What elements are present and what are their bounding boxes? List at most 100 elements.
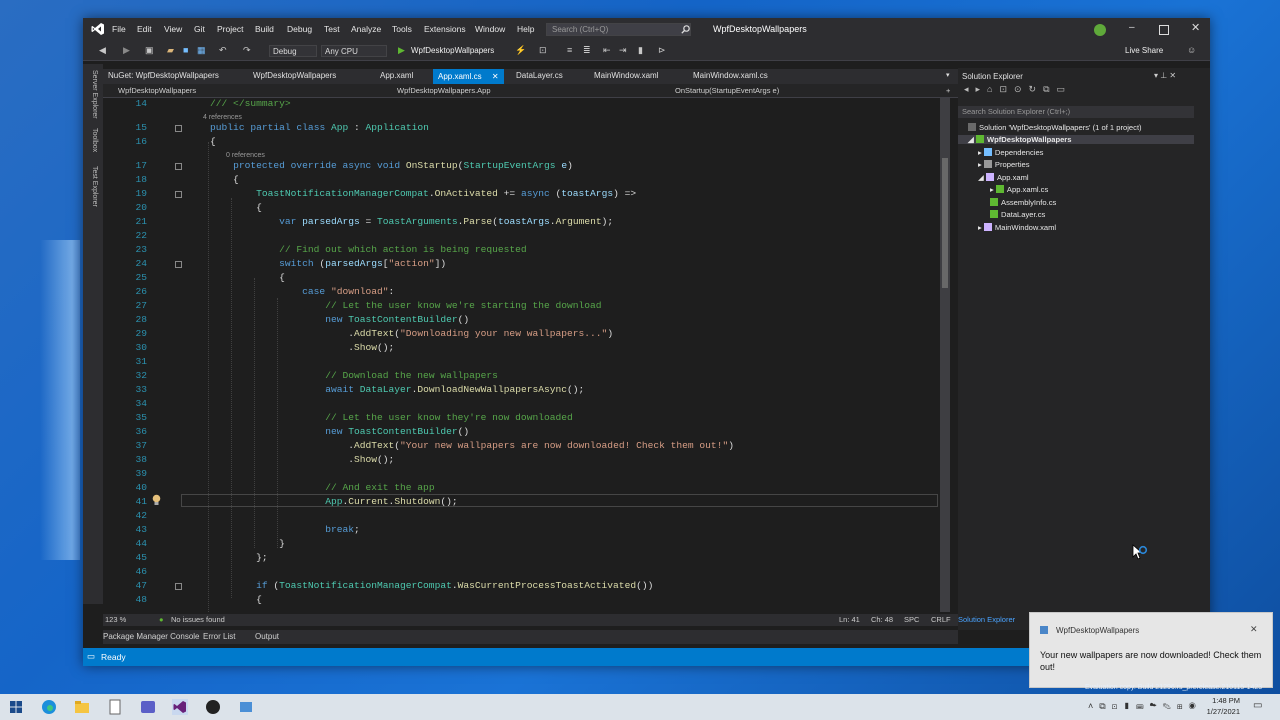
undo-icon[interactable]: ↶ [219,45,227,56]
outdent-icon[interactable]: ⇤ [603,45,611,56]
forward-icon[interactable]: ▶ [123,45,130,56]
issues-status[interactable]: No issues found [171,615,225,624]
menu-build[interactable]: Build [255,24,274,34]
code-lens-references[interactable]: 4 references [203,114,242,121]
code-line[interactable]: // Let the user know they're now downloa… [187,412,573,423]
platform-select[interactable]: Any CPU [321,45,387,57]
file-explorer-icon[interactable] [74,699,90,715]
code-line[interactable]: App.Current.Shutdown(); [187,496,457,507]
save-all-icon[interactable]: ▦ [197,45,206,56]
tree-item-mainwindow[interactable]: ▸ MainWindow.xaml [978,223,1056,232]
code-line[interactable]: .Show(); [187,342,394,353]
notepad-icon[interactable] [107,699,123,715]
menu-git[interactable]: Git [194,24,205,34]
tab-app-xaml-cs[interactable]: App.xaml.cs ✕ [433,69,504,84]
notification-center-icon[interactable]: ▭ [1253,700,1262,711]
menu-view[interactable]: View [164,24,182,34]
tab-datalayer[interactable]: DataLayer.cs [516,71,563,80]
tree-item-app-xaml-cs[interactable]: ▸ App.xaml.cs [990,185,1048,194]
solution-explorer-tab[interactable]: Solution Explorer [958,615,1038,628]
code-line[interactable]: break; [187,524,360,535]
code-line[interactable]: .AddText("Downloading your new wallpaper… [187,328,613,339]
code-line[interactable]: { [187,594,262,605]
next-bookmark-icon[interactable]: ⊳ [658,45,666,56]
code-editor[interactable]: 14 /// </summary> 4 references 15 public p… [103,98,938,612]
search-input[interactable]: Search (Ctrl+Q) [546,23,691,36]
tab-mainwindow-xaml[interactable]: MainWindow.xaml [594,71,658,80]
code-line[interactable]: ToastNotificationManagerCompat.OnActivat… [187,188,636,199]
menu-window[interactable]: Window [475,24,505,34]
code-line[interactable]: // And exit the app [187,482,434,493]
bookmark-icon[interactable]: ▮ [638,45,643,56]
line-ending-indicator[interactable]: CRLF [931,615,951,624]
editor-scrollbar[interactable] [940,98,950,612]
collapse-icon[interactable] [175,125,182,132]
code-line[interactable]: { [187,272,285,283]
menu-test[interactable]: Test [324,24,340,34]
clock-date[interactable]: 1/27/2021 [1200,707,1240,716]
code-line[interactable]: var parsedArgs = ToastArguments.Parse(to… [187,216,613,227]
code-line[interactable]: switch (parsedArgs["action"]) [187,258,446,269]
collapse-icon[interactable] [175,191,182,198]
open-folder-icon[interactable]: ▰ [167,45,174,56]
lightbulb-icon[interactable] [151,494,162,506]
code-line[interactable]: new ToastContentBuilder() [187,426,469,437]
github-icon[interactable] [205,699,221,715]
split-editor-icon[interactable]: + [946,86,950,95]
member-dropdown[interactable]: OnStartup(StartupEventArgs e) [675,86,779,95]
project-dropdown[interactable]: WpfDesktopWallpapers [118,86,196,95]
menu-file[interactable]: File [112,24,126,34]
tab-overflow-icon[interactable]: ▾ [946,71,950,79]
menu-extensions[interactable]: Extensions [424,24,466,34]
code-line[interactable]: .AddText("Your new wallpapers are now do… [187,440,734,451]
avatar[interactable] [1094,24,1106,36]
toast-close-icon[interactable]: ✕ [1250,624,1258,635]
menu-help[interactable]: Help [517,24,534,34]
code-line[interactable]: /// </summary> [187,98,291,109]
back-icon[interactable]: ◀ [99,45,106,56]
collapse-icon[interactable] [175,163,182,170]
menu-tools[interactable]: Tools [392,24,412,34]
test-explorer-tab[interactable]: Test Explorer [91,166,98,207]
code-line[interactable]: protected override async void OnStartup(… [187,160,573,171]
code-line[interactable]: public partial class App : Application [187,122,429,133]
visual-studio-taskbar-icon[interactable] [172,699,188,715]
code-line[interactable]: case "download": [187,286,394,297]
uncomment-icon[interactable]: ≣ [583,45,591,56]
save-icon[interactable]: ■ [183,45,188,55]
code-line[interactable]: }; [187,552,268,563]
feedback-icon[interactable]: ☺ [1187,45,1196,55]
code-line[interactable]: { [187,136,216,147]
collapse-icon[interactable] [175,261,182,268]
tree-item-assemblyinfo[interactable]: AssemblyInfo.cs [990,198,1056,207]
code-line[interactable]: // Let the user know we're starting the … [187,300,601,311]
code-line[interactable]: // Download the new wallpapers [187,370,498,381]
code-line[interactable]: // Find out which action is being reques… [187,244,527,255]
code-line[interactable]: new ToastContentBuilder() [187,314,469,325]
toast-notification[interactable]: WpfDesktopWallpapers ✕ Your new wallpape… [1029,612,1273,688]
minimize-icon[interactable]: – [1129,22,1135,33]
app-window-icon[interactable] [238,699,254,715]
solution-search-input[interactable]: Search Solution Explorer (Ctrl+;) [958,106,1194,118]
clock-time[interactable]: 1:48 PM [1208,696,1240,705]
hot-reload-icon[interactable]: ⚡ [515,45,526,56]
start-debugging-icon[interactable]: ▶ [398,45,405,56]
tree-item-datalayer[interactable]: DataLayer.cs [990,210,1045,219]
close-icon[interactable]: ✕ [1191,21,1200,34]
windows-start-icon[interactable] [8,699,24,715]
tree-item-properties[interactable]: ▸ Properties [978,160,1030,169]
class-dropdown[interactable]: WpfDesktopWallpapers.App [397,86,491,95]
new-project-icon[interactable]: ▣ [145,45,154,56]
zoom-level[interactable]: 123 % [105,615,126,624]
tab-nuget[interactable]: NuGet: WpfDesktopWallpapers [108,71,219,80]
pin-icon[interactable]: ▾ ⊥ ✕ [1154,71,1176,80]
project-node[interactable]: ◢ WpfDesktopWallpapers [958,135,1194,144]
tab-package-manager-console[interactable]: Package Manager Console [103,632,200,641]
tab-error-list[interactable]: Error List [203,632,235,641]
solution-node[interactable]: Solution 'WpfDesktopWallpapers' (1 of 1 … [968,123,1142,132]
maximize-icon[interactable] [1159,25,1169,35]
code-line[interactable]: .Show(); [187,454,394,465]
live-share-button[interactable]: Live Share [1125,46,1163,55]
collapse-icon[interactable] [175,583,182,590]
tab-output[interactable]: Output [255,632,279,641]
